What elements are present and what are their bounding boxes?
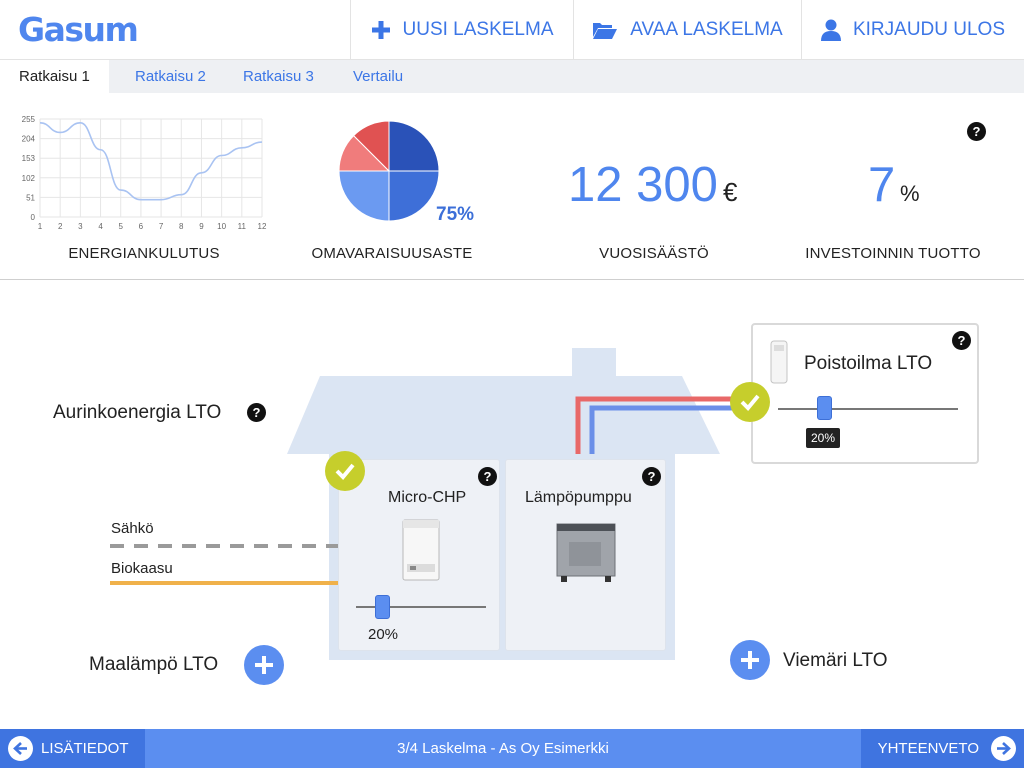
energy-diagram: Aurinkoenergia LTO ? Sähkö Biokaasu Micr… (0, 281, 1024, 729)
summary-button[interactable]: YHTEENVETO (861, 729, 1024, 768)
micro-chp-title: Micro-CHP (388, 489, 467, 506)
add-sewer-lto-button[interactable] (730, 640, 770, 680)
energy-consumption-series-line (39, 122, 263, 201)
annual-savings-unit: € (723, 177, 738, 207)
x-tick-label: 5 (119, 222, 124, 231)
x-tick-label: 1 (38, 222, 43, 231)
summary-label: YHTEENVETO (877, 740, 979, 757)
pie-slice-2 (388, 170, 440, 222)
more-info-label: LISÄTIEDOT (41, 740, 129, 757)
logout-button[interactable]: KIRJAUDU ULOS (801, 0, 1024, 60)
annual-savings-value: 12 300 (568, 158, 718, 212)
x-tick-label: 3 (78, 222, 83, 231)
user-icon (820, 19, 841, 41)
folder-open-icon (592, 20, 618, 40)
exhaust-air-unit-image (770, 340, 788, 384)
solar-lto-label: Aurinkoenergia LTO (53, 402, 222, 423)
micro-chp-help-icon[interactable]: ? (478, 467, 497, 486)
new-calculation-label: UUSI LASKELMA (402, 19, 554, 40)
annual-savings-label: VUOSISÄÄSTÖ (599, 245, 709, 262)
roi-label: INVESTOINNIN TUOTTO (805, 245, 981, 262)
y-tick-label: 0 (31, 213, 36, 222)
self-sufficiency-value: 75% (436, 204, 475, 225)
heat-pump-unit-image (556, 523, 616, 582)
sewer-lto-label: Viemäri LTO (783, 650, 888, 671)
solar-lto-help-icon[interactable]: ? (247, 403, 266, 422)
arrow-right-circle-icon (991, 736, 1016, 761)
heat-pump-card[interactable]: Lämpöpumppu ? (505, 459, 666, 651)
x-tick-label: 10 (217, 222, 226, 231)
x-tick-label: 2 (58, 222, 63, 231)
y-tick-label: 153 (22, 154, 36, 163)
micro-chp-slider-thumb[interactable] (375, 595, 390, 619)
app-header: Gasum UUSI LASKELMA AVAA LASKELMA KIRJAU… (0, 0, 1024, 60)
heat-pump-help-icon[interactable]: ? (642, 467, 661, 486)
tab-ratkaisu-3[interactable]: Ratkaisu 3 (224, 60, 333, 93)
micro-chp-unit-image (402, 519, 440, 581)
more-info-button[interactable]: LISÄTIEDOT (0, 729, 145, 768)
self-sufficiency-pie-chart (338, 120, 440, 222)
tab-vertailu[interactable]: Vertailu (334, 60, 422, 93)
roi-help-icon[interactable]: ? (967, 122, 986, 141)
add-ground-heat-lto-button[interactable] (244, 645, 284, 685)
biogas-label: Biokaasu (111, 560, 173, 577)
x-tick-label: 12 (258, 222, 267, 231)
y-tick-label: 102 (22, 174, 36, 183)
arrow-left-circle-icon (8, 736, 33, 761)
exhaust-air-slider-track[interactable] (778, 408, 958, 410)
x-tick-label: 8 (179, 222, 184, 231)
x-tick-label: 11 (238, 222, 247, 231)
exhaust-air-lto-title: Poistoilma LTO (804, 353, 933, 374)
y-tick-label: 255 (22, 115, 36, 124)
energy-label: ENERGIANKULUTUS (68, 245, 220, 262)
pie-slice-1 (388, 120, 440, 172)
tab-ratkaisu-1[interactable]: Ratkaisu 1 (0, 60, 109, 93)
new-calculation-button[interactable]: UUSI LASKELMA (350, 0, 573, 60)
micro-chp-slider-value: 20% (368, 626, 399, 643)
micro-chp-check-icon[interactable] (325, 451, 365, 491)
exhaust-air-slider-thumb[interactable] (817, 396, 832, 420)
calculation-status: 3/4 Laskelma - As Oy Esimerkki (397, 740, 609, 757)
exhaust-air-slider-tooltip: 20% (806, 428, 841, 448)
tab-ratkaisu-2[interactable]: Ratkaisu 2 (116, 60, 225, 93)
x-tick-label: 7 (159, 222, 164, 231)
micro-chp-card[interactable]: Micro-CHP 20% ? (338, 459, 500, 651)
open-calculation-button[interactable]: AVAA LASKELMA (573, 0, 801, 60)
ground-heat-lto-label: Maalämpö LTO (89, 654, 219, 675)
exhaust-air-lto-panel[interactable]: Poistoilma LTO ? 20% (751, 323, 979, 464)
solution-tabs: Ratkaisu 1 Ratkaisu 2 Ratkaisu 3 Vertail… (0, 60, 1024, 93)
y-tick-label: 51 (26, 193, 35, 202)
open-calculation-label: AVAA LASKELMA (630, 19, 783, 40)
y-tick-label: 204 (22, 135, 36, 144)
logout-label: KIRJAUDU ULOS (852, 19, 1006, 40)
pie-slice-3 (338, 170, 390, 222)
heat-pump-title: Lämpöpumppu (525, 489, 632, 506)
electricity-label: Sähkö (111, 520, 154, 537)
x-tick-label: 9 (199, 222, 204, 231)
footer-bar: LISÄTIEDOT 3/4 Laskelma - As Oy Esimerkk… (0, 729, 1024, 768)
self-sufficiency-label: OMAVARAISUUSASTE (311, 245, 473, 262)
summary-panel: 0 51 102 153 204 255 1 2 3 4 5 6 7 8 9 10 11 12 ENERGIANK… (0, 93, 1024, 280)
exhaust-air-help-icon[interactable]: ? (952, 331, 971, 350)
x-tick-label: 6 (139, 222, 144, 231)
plus-icon (371, 20, 391, 40)
roi-value: 7 (868, 158, 896, 212)
exhaust-air-check-icon[interactable] (730, 382, 770, 422)
energy-consumption-chart: 0511021532042551 2 3 4 5 6 7 8 9 10 11 12 (22, 115, 267, 231)
gasum-logo: Gasum (18, 10, 139, 49)
roi-unit: % (900, 181, 920, 206)
x-tick-label: 4 (98, 222, 103, 231)
